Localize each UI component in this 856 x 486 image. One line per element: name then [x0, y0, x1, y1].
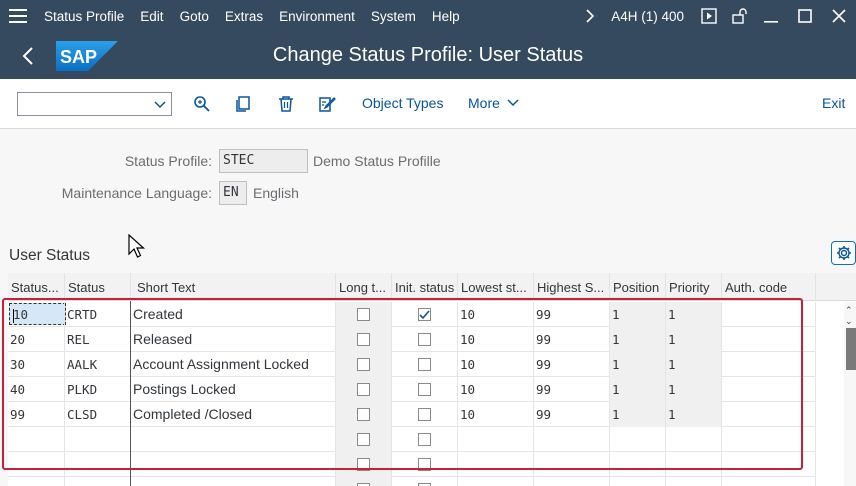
cell-long-text	[336, 477, 392, 486]
col-status[interactable]: Status	[65, 273, 131, 301]
status-profile-description: Demo Status Profille	[313, 153, 441, 169]
table-header: Status... Status Short Text Long t... In…	[8, 273, 856, 301]
menu-extras[interactable]: Extras	[217, 0, 271, 32]
section-title: User Status	[9, 247, 90, 264]
copy-icon[interactable]	[232, 93, 254, 115]
menu-icon[interactable]	[0, 0, 36, 32]
chevron-right-icon[interactable]	[575, 0, 605, 32]
col-priority[interactable]: Priority	[666, 273, 722, 301]
col-short-text[interactable]: Short Text	[131, 273, 336, 301]
menu-status-profile[interactable]: Status Profile	[36, 0, 132, 32]
command-field[interactable]	[17, 92, 172, 116]
minimize-icon[interactable]	[754, 0, 788, 32]
cell-status[interactable]	[65, 477, 131, 486]
exit-button[interactable]: Exit	[822, 95, 845, 111]
highlight-annotation	[2, 298, 803, 470]
cell-auth[interactable]	[722, 477, 816, 486]
close-icon[interactable]	[822, 0, 856, 32]
menu-environment[interactable]: Environment	[271, 0, 363, 32]
maximize-icon[interactable]	[788, 0, 822, 32]
edit-icon[interactable]	[316, 93, 338, 115]
col-long-text[interactable]: Long t...	[336, 273, 392, 301]
col-lowest-status[interactable]: Lowest st...	[458, 273, 534, 301]
find-icon[interactable]	[191, 93, 213, 115]
menu-bar: Status Profile Edit Goto Extras Environm…	[0, 0, 856, 32]
col-position[interactable]: Position	[610, 273, 666, 301]
status-profile-field[interactable]: STEC	[219, 149, 308, 173]
cell-number[interactable]	[8, 477, 65, 486]
cell-text: 10	[13, 307, 29, 322]
menu-help[interactable]: Help	[424, 0, 468, 32]
cell-highest[interactable]	[534, 477, 610, 486]
play-icon[interactable]	[694, 0, 724, 32]
system-info: A4H (1) 400	[611, 8, 684, 24]
chevron-down-icon[interactable]	[153, 97, 167, 111]
mouse-cursor	[128, 234, 146, 258]
col-status-number[interactable]: Status...	[8, 273, 65, 301]
title-bar: SAP Change Status Profile: User Status	[0, 32, 856, 79]
cell-init-status	[392, 477, 458, 486]
maintenance-language-field[interactable]: EN	[219, 181, 247, 205]
table-settings-button[interactable]	[831, 241, 856, 265]
menu-goto[interactable]: Goto	[172, 0, 217, 32]
status-profile-label: Status Profile:	[124, 153, 212, 169]
scrollbar-thumb[interactable]	[846, 328, 856, 370]
cell-priority[interactable]	[666, 477, 722, 486]
page-title: Change Status Profile: User Status	[272, 44, 584, 66]
scroll-up-icon[interactable]: ⌃ ⌄	[845, 305, 853, 327]
vertical-scrollbar[interactable]: ⌃ ⌄	[844, 302, 856, 486]
cell-lowest[interactable]	[458, 477, 534, 486]
object-types-button[interactable]: Object Types	[362, 95, 443, 111]
col-auth-code[interactable]: Auth. code	[722, 273, 816, 301]
menu-edit[interactable]: Edit	[132, 0, 171, 32]
maintenance-language-description: English	[253, 185, 299, 201]
chevron-down-icon	[507, 99, 519, 107]
cell-short-text[interactable]	[131, 477, 336, 486]
unlock-icon[interactable]	[724, 0, 754, 32]
gear-icon	[836, 246, 851, 260]
cell-position[interactable]	[610, 477, 666, 486]
more-button[interactable]: More	[468, 95, 519, 111]
toolbar: Object Types More Exit	[0, 79, 856, 129]
col-highest-status[interactable]: Highest S...	[534, 273, 610, 301]
col-init-status[interactable]: Init. status	[392, 273, 458, 301]
menu-system[interactable]: System	[363, 0, 424, 32]
delete-icon[interactable]	[275, 93, 297, 115]
maintenance-language-label: Maintenance Language:	[61, 185, 212, 201]
